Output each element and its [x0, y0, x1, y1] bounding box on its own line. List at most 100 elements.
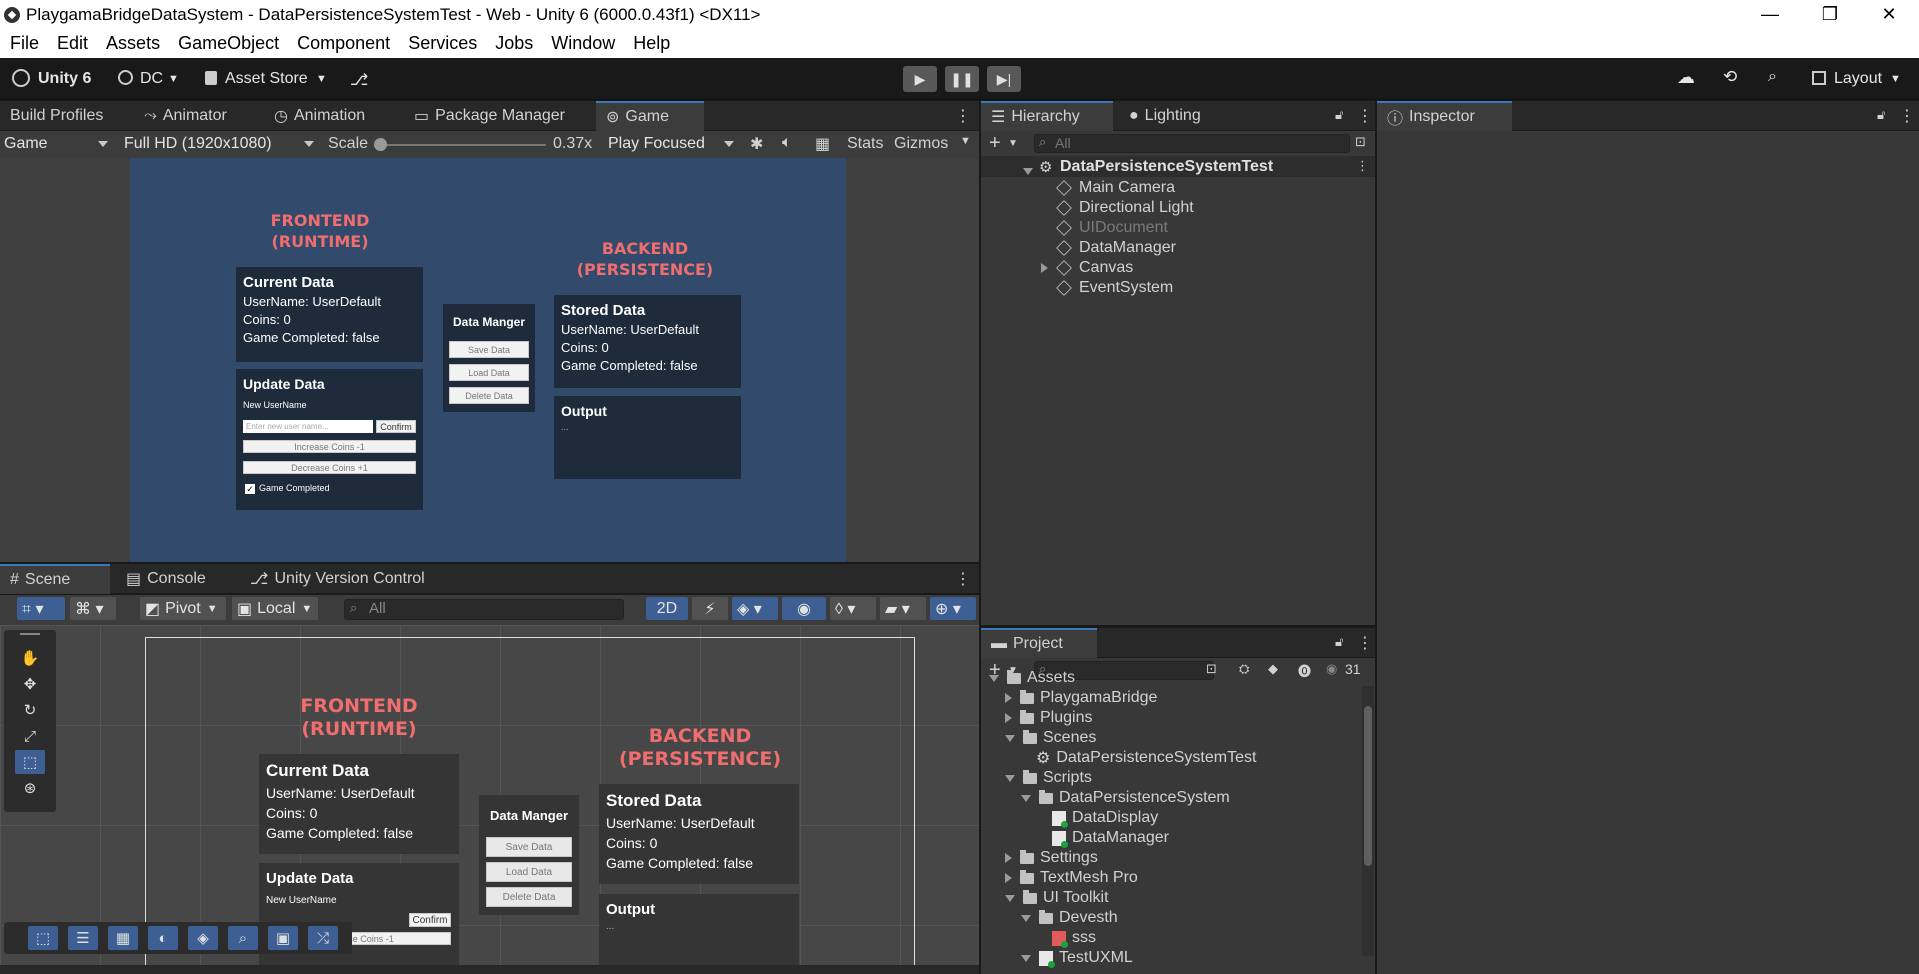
transform-tool-icon[interactable]: ⊛: [15, 776, 45, 800]
expand-arrow-icon[interactable]: [1021, 954, 1031, 962]
audio-toggle-icon[interactable]: ◈ ▾: [732, 597, 778, 620]
new-username-input[interactable]: Enter new user name...: [243, 420, 373, 433]
expand-arrow-icon[interactable]: [1005, 693, 1012, 703]
decrease-coins-button[interactable]: Decrease Coins +1: [243, 461, 416, 474]
close-button[interactable]: ✕: [1864, 0, 1914, 29]
project-item[interactable]: Settings: [1005, 848, 1098, 868]
project-item[interactable]: Plugins: [1005, 708, 1092, 728]
asset-store-dropdown[interactable]: Asset Store: [225, 70, 308, 88]
rotate-tool-icon[interactable]: ↻: [15, 698, 45, 722]
camera-overlay-icon[interactable]: ▣: [268, 926, 298, 950]
hierarchy-search-input[interactable]: All: [1034, 134, 1350, 153]
expand-arrow-icon[interactable]: [1021, 914, 1031, 922]
scale-tool-icon[interactable]: ⤢: [15, 724, 45, 748]
scene-current-data-card[interactable]: Current Data UserName: UserDefault Coins…: [259, 754, 459, 854]
tab-console[interactable]: ▤ Console: [116, 564, 216, 594]
load-data-button[interactable]: Load Data: [449, 364, 529, 381]
project-item[interactable]: TestUXML: [1021, 948, 1133, 968]
project-item[interactable]: DataDisplay: [1037, 808, 1158, 828]
align-overlay-icon[interactable]: ☰: [68, 926, 98, 950]
expand-arrow-icon[interactable]: [1005, 894, 1015, 902]
2d-toggle-button[interactable]: 2D: [646, 597, 688, 620]
menu-assets[interactable]: Assets: [106, 33, 160, 54]
menu-window[interactable]: Window: [551, 33, 615, 54]
scene-data-manager-card[interactable]: Data Manger Save Data Load Data Delete D…: [479, 795, 579, 915]
hierarchy-item[interactable]: Directional Light: [981, 198, 1375, 218]
game-view[interactable]: FRONTEND (RUNTIME) BACKEND (PERSISTENCE) C…: [0, 158, 979, 562]
tab-game[interactable]: ⊚ Game: [596, 101, 704, 131]
project-item[interactable]: DataPersistenceSystem: [1021, 788, 1230, 808]
kebab-menu-icon[interactable]: ⋮: [1357, 633, 1373, 653]
expand-arrow-icon[interactable]: [1041, 263, 1048, 273]
menu-component[interactable]: Component: [297, 33, 390, 54]
expand-arrow-icon[interactable]: [1005, 713, 1012, 723]
menu-jobs[interactable]: Jobs: [495, 33, 533, 54]
maximize-button[interactable]: ❐: [1805, 0, 1855, 29]
scene-confirm-button[interactable]: Confirm: [409, 913, 451, 927]
game-completed-checkbox[interactable]: ✓: [245, 484, 255, 494]
tab-project[interactable]: ▬ Project: [981, 628, 1097, 658]
type-filter-icon[interactable]: ⛭: [1239, 661, 1249, 677]
scene-save-data-button[interactable]: Save Data: [486, 837, 572, 857]
project-item[interactable]: TextMesh Pro: [1005, 868, 1138, 888]
search-icon[interactable]: ⌕: [1768, 68, 1777, 86]
search-overlay-icon[interactable]: ⌕: [228, 926, 258, 950]
menu-edit[interactable]: Edit: [57, 33, 88, 54]
scene-delete-data-button[interactable]: Delete Data: [486, 887, 572, 907]
delete-data-button[interactable]: Delete Data: [449, 387, 529, 404]
project-scrollbar[interactable]: [1362, 686, 1374, 956]
kebab-menu-icon[interactable]: ⋮: [1356, 158, 1369, 174]
grid-icon[interactable]: ▦: [815, 134, 830, 154]
version-control-icon[interactable]: ⎇: [350, 70, 368, 90]
display-dropdown[interactable]: Game: [0, 133, 112, 156]
lighting-toggle-icon[interactable]: ⚡: [692, 597, 728, 620]
move-tool-icon[interactable]: ✥: [15, 672, 45, 696]
expand-arrow-icon[interactable]: [1005, 774, 1015, 782]
scene-view[interactable]: FRONTEND (RUNTIME) BACKEND (PERSISTENCE) C…: [0, 625, 979, 965]
menu-file[interactable]: File: [10, 33, 39, 54]
search-filter-icon[interactable]: ⊡: [1206, 661, 1217, 677]
lock-icon[interactable]: 🔓︎: [1335, 107, 1343, 123]
layers-icon[interactable]: ◊ ▾: [830, 597, 876, 620]
search-filter-icon[interactable]: ⊡: [1355, 134, 1366, 150]
drag-handle[interactable]: [20, 633, 40, 635]
tab-package-manager[interactable]: ▭ Package Manager: [404, 101, 575, 131]
eye-icon[interactable]: ◉: [1326, 661, 1337, 677]
tab-hierarchy[interactable]: ☰ Hierarchy: [981, 101, 1113, 131]
scene-load-data-button[interactable]: Load Data: [486, 862, 572, 882]
gizmos-button[interactable]: Gizmos: [894, 135, 948, 153]
project-item[interactable]: Scripts: [1005, 768, 1092, 788]
lock-icon[interactable]: 🔓︎: [1877, 107, 1885, 123]
audio-icon[interactable]: 🔈︎: [782, 134, 792, 152]
project-item[interactable]: Assets: [989, 668, 1075, 688]
menu-services[interactable]: Services: [408, 33, 477, 54]
snap-grid-dropdown[interactable]: ⌗ ▾: [17, 597, 65, 620]
add-icon[interactable]: +: [989, 132, 1001, 155]
tab-animation[interactable]: ◷ Animation: [264, 101, 375, 131]
step-button[interactable]: ▶|: [987, 66, 1021, 92]
scrollbar-thumb[interactable]: [1364, 706, 1372, 866]
expand-arrow-icon[interactable]: [1005, 734, 1015, 742]
chevron-down-icon[interactable]: ▼: [1008, 138, 1018, 149]
bug-icon[interactable]: ✱: [750, 134, 763, 154]
camera-icon[interactable]: ▰ ▾: [880, 597, 926, 620]
project-item[interactable]: sss: [1037, 928, 1096, 948]
tab-build-profiles[interactable]: Build Profiles: [0, 101, 113, 131]
visibility-icon[interactable]: ◉: [782, 597, 826, 620]
chevron-down-icon[interactable]: ▼: [960, 135, 971, 147]
history-icon[interactable]: ⟲: [1723, 67, 1737, 87]
sphere-overlay-icon[interactable]: ◐: [148, 926, 178, 950]
layers-overlay-icon[interactable]: ◈: [188, 926, 218, 950]
play-focus-dropdown[interactable]: Play Focused: [604, 133, 738, 156]
tab-lighting[interactable]: ● Lighting: [1119, 101, 1211, 131]
pivot-dropdown[interactable]: ◩ Pivot ▼: [140, 597, 226, 620]
pause-button[interactable]: ❚❚: [945, 66, 979, 92]
tab-unity-version-control[interactable]: ⎇ Unity Version Control: [240, 564, 435, 594]
local-dropdown[interactable]: ▣ Local ▼: [232, 597, 318, 620]
project-item[interactable]: DataManager: [1037, 828, 1169, 848]
expand-arrow-icon[interactable]: [989, 674, 999, 682]
grid-overlay-icon[interactable]: ▦: [108, 926, 138, 950]
gizmos-icon[interactable]: ⊕ ▾: [930, 597, 976, 620]
hierarchy-item[interactable]: Main Camera: [981, 178, 1375, 198]
cloud-icon[interactable]: ☁: [1677, 67, 1695, 88]
